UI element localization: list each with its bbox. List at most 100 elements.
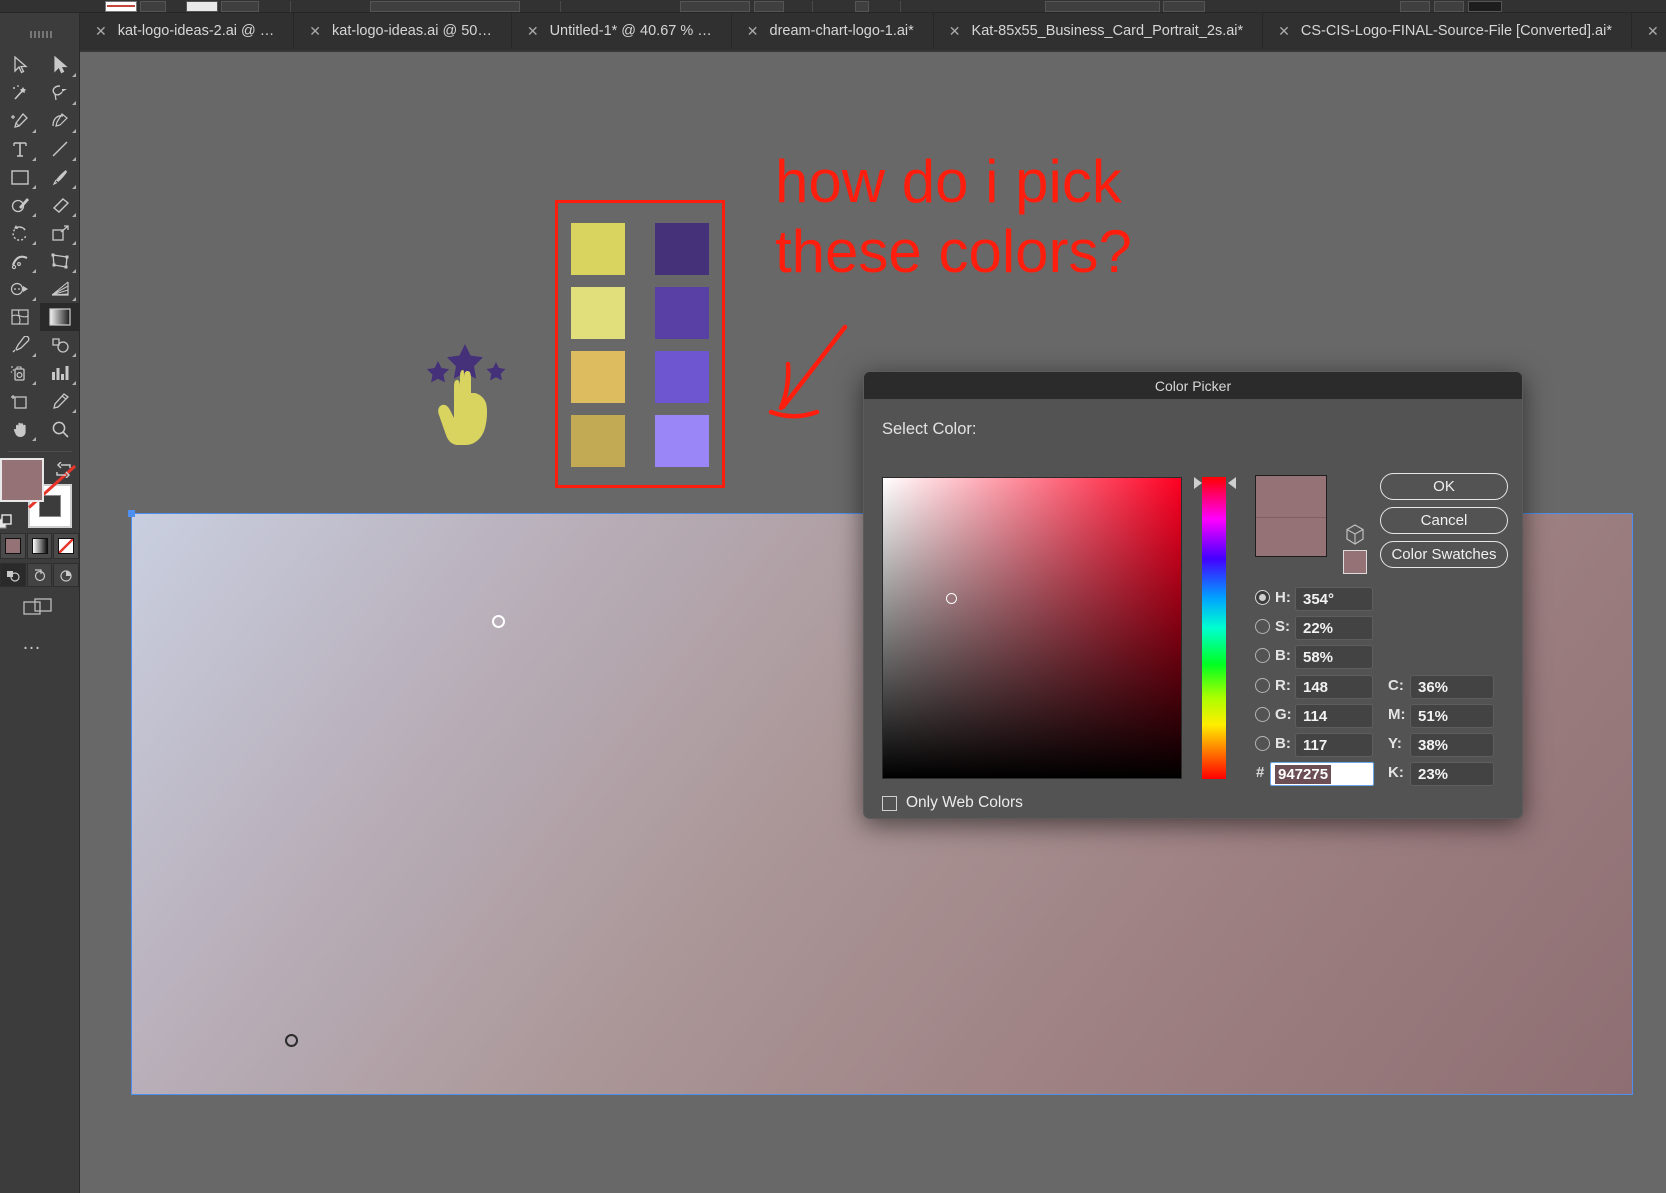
magenta-input[interactable]: 51% [1410,704,1494,728]
hand-with-stars-artwork[interactable] [416,315,516,445]
shape-builder-tool[interactable] [0,275,40,303]
type-tool[interactable] [0,135,40,163]
mesh-tool[interactable] [0,303,40,331]
green-input[interactable]: 114 [1295,704,1373,728]
zoom-tool[interactable] [40,415,80,443]
selection-handle-tl[interactable] [128,510,135,517]
tab-kat-logo-ideas-2[interactable]: ✕ kat-logo-ideas-2.ai @ … [80,13,294,48]
shaper-tool[interactable] [0,191,40,219]
tab-dream-chart-logo-1[interactable]: ✕ dream-chart-logo-1.ai* [732,13,934,48]
close-icon[interactable]: ✕ [527,24,539,38]
document-canvas[interactable]: how do i pick these colors? Color Picker… [80,52,1666,1193]
brightness-radio[interactable] [1255,648,1270,663]
cancel-button[interactable]: Cancel [1380,507,1508,534]
hue-marker-right-icon[interactable] [1228,477,1236,489]
swatch-left-4[interactable] [571,415,625,467]
stroke-proxy-chip[interactable] [186,1,218,12]
style-chip[interactable] [855,1,869,12]
stroke-weight-chip[interactable] [221,1,259,12]
align-chip-3[interactable] [1468,1,1502,12]
artboard-tool[interactable] [0,387,40,415]
default-fill-stroke-icon[interactable] [0,514,14,532]
free-transform-tool[interactable] [40,247,80,275]
swatch-right-4[interactable] [655,415,709,467]
pen-tool[interactable] [0,107,40,135]
eyedropper-tool[interactable] [0,331,40,359]
fill-dropdown-chip[interactable] [140,1,166,12]
ok-button[interactable]: OK [1380,473,1508,500]
close-icon[interactable]: ✕ [95,24,107,38]
change-screen-mode-button[interactable] [18,595,58,621]
red-radio[interactable] [1255,678,1270,693]
line-segment-tool[interactable] [40,135,80,163]
direct-selection-tool[interactable] [40,51,80,79]
tab-kat-logo-ideas[interactable]: ✕ kat-logo-ideas.ai @ 50… [294,13,512,48]
close-icon[interactable]: ✕ [747,24,759,38]
fill-stroke-proxy[interactable] [0,458,80,530]
draw-mode-buttons[interactable] [0,563,80,587]
swatch-left-2[interactable] [571,287,625,339]
swatch-right-1[interactable] [655,223,709,275]
color-mode-button[interactable] [0,533,26,559]
blend-tool[interactable] [40,331,80,359]
magic-wand-tool[interactable] [0,79,40,107]
brightness-input[interactable]: 58% [1295,645,1373,669]
gradient-anchor-2[interactable] [285,1034,298,1047]
draw-normal-button[interactable] [0,563,26,587]
saturation-brightness-field[interactable] [882,477,1182,779]
width-tool[interactable] [0,247,40,275]
align-chip-1[interactable] [1400,1,1430,12]
fill-swatch[interactable] [0,458,44,502]
rotate-tool[interactable] [0,219,40,247]
tab-untitled-1[interactable]: ✕ Untitled-1* @ 40.67 % … [512,13,732,48]
opacity-chip[interactable] [680,1,750,12]
lasso-tool[interactable] [40,79,80,107]
hue-marker-left-icon[interactable] [1194,477,1202,489]
paintbrush-tool[interactable] [40,163,80,191]
hue-slider[interactable] [1202,477,1226,779]
sv-cursor[interactable] [946,593,957,604]
swatch-left-1[interactable] [571,223,625,275]
black-input[interactable]: 23% [1410,762,1494,786]
slice-tool[interactable] [40,387,80,415]
symbol-sprayer-tool[interactable] [0,359,40,387]
curvature-tool[interactable] [40,107,80,135]
only-web-colors-checkbox[interactable] [882,796,897,811]
close-icon[interactable]: ✕ [1278,24,1290,38]
opacity-stepper-chip[interactable] [754,1,784,12]
out-of-web-gamut-cube-icon[interactable] [1345,524,1365,546]
saturation-radio[interactable] [1255,619,1270,634]
swatch-right-3[interactable] [655,351,709,403]
palette-artwork-highlight[interactable] [555,200,725,488]
brush-definition-chip[interactable] [370,1,520,12]
edit-toolbar-button[interactable]: … [22,633,43,655]
hand-tool[interactable] [0,415,40,443]
color-picker-dialog[interactable]: Color Picker Select Color: [863,371,1523,819]
document-tab-bar[interactable]: ✕ kat-logo-ideas-2.ai @ … ✕ kat-logo-ide… [80,13,1666,48]
blue-radio[interactable] [1255,736,1270,751]
draw-inside-button[interactable] [53,563,79,587]
preferences-chip[interactable] [1163,1,1205,12]
cyan-input[interactable]: 36% [1410,675,1494,699]
swap-fill-stroke-icon[interactable] [54,462,74,478]
yellow-input[interactable]: 38% [1410,733,1494,757]
perspective-grid-tool[interactable] [40,275,80,303]
gradient-anchor-1[interactable] [492,615,505,628]
color-swatches-button[interactable]: Color Swatches [1380,541,1508,568]
web-safe-swatch[interactable] [1343,550,1367,574]
swatch-left-3[interactable] [571,351,625,403]
close-icon[interactable]: ✕ [949,24,961,38]
saturation-input[interactable]: 22% [1295,616,1373,640]
none-mode-button[interactable] [53,533,79,559]
rectangle-tool[interactable] [0,163,40,191]
tab-community-supp[interactable]: ✕ Community-supp [1632,13,1666,48]
close-icon[interactable]: ✕ [309,24,321,38]
hex-input[interactable]: 947275 [1270,762,1374,786]
scale-tool[interactable] [40,219,80,247]
hue-input[interactable]: 354° [1295,587,1373,611]
fill-mode-buttons[interactable] [0,533,80,563]
gradient-tool[interactable] [40,303,80,331]
green-radio[interactable] [1255,707,1270,722]
red-input[interactable]: 148 [1295,675,1373,699]
draw-behind-button[interactable] [27,563,53,587]
